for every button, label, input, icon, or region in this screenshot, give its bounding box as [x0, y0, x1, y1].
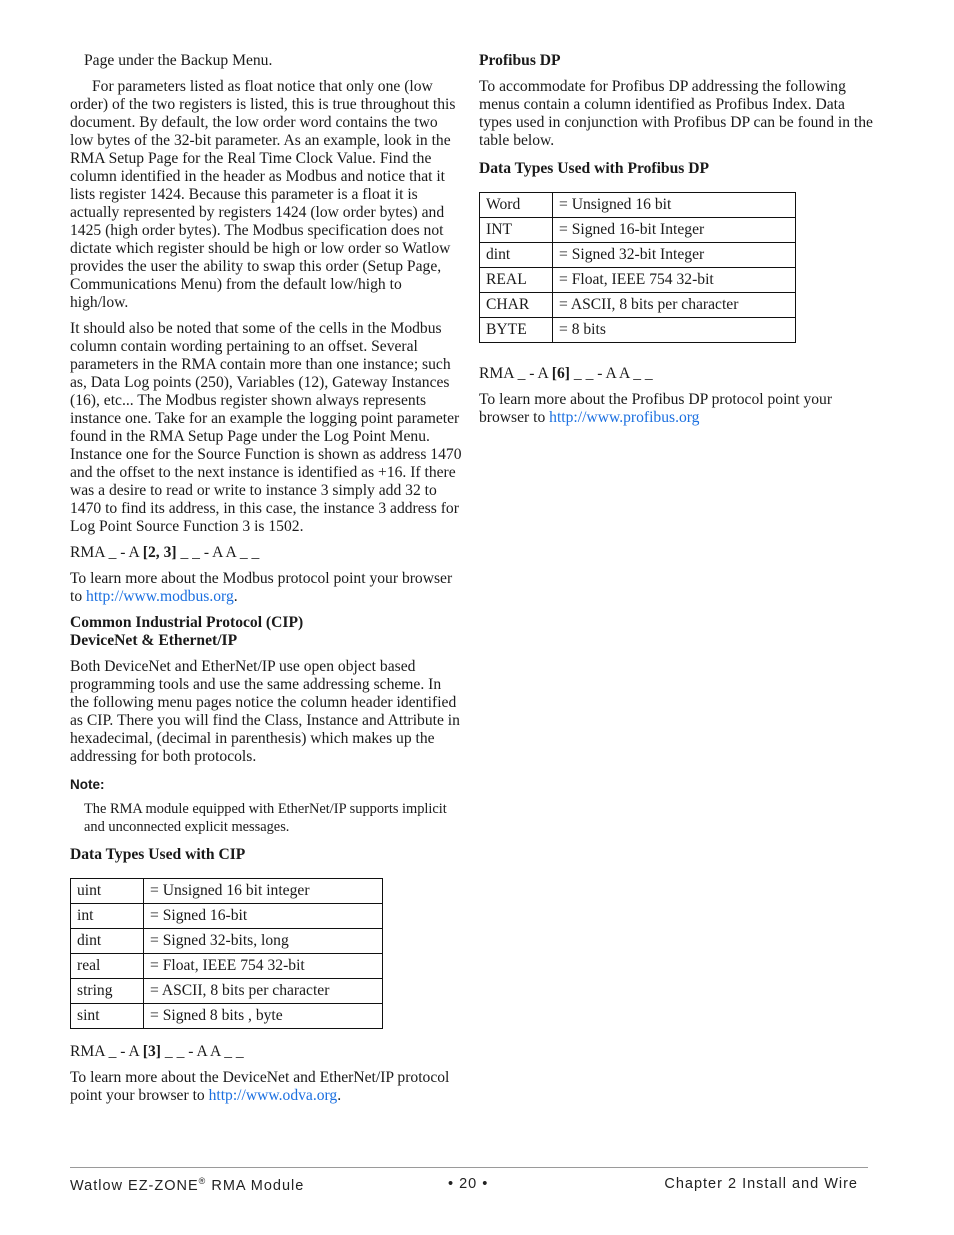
note-text: The RMA module equipped with EtherNet/IP…	[84, 801, 447, 835]
footer-divider	[70, 1167, 868, 1168]
type-cell: dint	[479, 242, 553, 268]
profibus-link[interactable]: http://www.profibus.org	[549, 409, 699, 426]
type-cell: real	[70, 953, 144, 979]
left-column: Page under the Backup Menu. For paramete…	[70, 52, 462, 1113]
type-cell: uint	[70, 878, 144, 904]
cip-heading-line1: Common Industrial Protocol (CIP)	[70, 614, 304, 631]
table-row: int = Signed 16-bit	[70, 903, 383, 929]
desc-cell: = Signed 16-bit Integer	[552, 217, 796, 243]
part-option: [2, 3]	[142, 544, 177, 561]
cip-heading: Common Industrial Protocol (CIP) DeviceN…	[70, 614, 462, 650]
type-cell: sint	[70, 1003, 144, 1029]
right-column: Profibus DP To accommodate for Profibus …	[479, 52, 874, 435]
type-cell: dint	[70, 928, 144, 954]
desc-cell: = Signed 32-bits, long	[143, 928, 383, 954]
note-label: Note:	[70, 777, 105, 792]
cip-heading-line2: DeviceNet & Ethernet/IP	[70, 632, 238, 649]
type-cell: int	[70, 903, 144, 929]
type-cell: CHAR	[479, 292, 553, 318]
table-row: dint = Signed 32-bits, long	[70, 928, 383, 954]
table-row: REAL = Float, IEEE 754 32-bit	[479, 267, 796, 293]
table-row: sint = Signed 8 bits , byte	[70, 1003, 383, 1029]
cip-part-number: RMA _ - A [3] _ _ - A A _ _	[70, 1043, 462, 1061]
profibus-learn-more: To learn more about the Profibus DP prot…	[479, 391, 874, 427]
cip-paragraph: Both DeviceNet and EtherNet/IP use open …	[70, 658, 460, 765]
table-row: string = ASCII, 8 bits per character	[70, 978, 383, 1004]
modbus-link[interactable]: http://www.modbus.org	[86, 588, 234, 605]
profibus-table-title: Data Types Used with Profibus DP	[479, 160, 710, 177]
table-row: BYTE = 8 bits	[479, 317, 796, 343]
product-name: Watlow EZ-ZONE	[70, 1177, 199, 1194]
part-suffix: _ _ - A A _ _	[160, 1043, 244, 1060]
desc-cell: = Signed 8 bits , byte	[143, 1003, 383, 1029]
desc-cell: = Signed 32-bit Integer	[552, 242, 796, 268]
part-prefix: RMA _ - A	[70, 1043, 143, 1060]
type-cell: Word	[479, 192, 553, 218]
part-prefix: RMA _ - A	[70, 544, 143, 561]
profibus-data-types-table: Word = Unsigned 16 bit INT = Signed 16-bit…	[479, 192, 796, 343]
table-row: INT = Signed 16-bit Integer	[479, 217, 796, 243]
part-suffix: _ _ - A A _ _	[569, 365, 653, 382]
part-option: [6]	[551, 365, 570, 382]
table-row: uint = Unsigned 16 bit integer	[70, 878, 383, 904]
modbus-learn-more: To learn more about the Modbus protocol …	[70, 570, 462, 606]
modbus-part-number: RMA _ - A [2, 3] _ _ - A A _ _	[70, 544, 462, 562]
table-row: dint = Signed 32-bit Integer	[479, 242, 796, 268]
learn-more-trail: .	[337, 1087, 342, 1104]
desc-cell: = Float, IEEE 754 32-bit	[143, 953, 383, 979]
odva-link[interactable]: http://www.odva.org	[209, 1087, 338, 1104]
float-paragraph: For parameters listed as float notice th…	[70, 78, 456, 311]
part-option: [3]	[142, 1043, 161, 1060]
profibus-paragraph: To accommodate for Profibus DP addressin…	[479, 78, 873, 149]
type-cell: INT	[479, 217, 553, 243]
desc-cell: = Signed 16-bit	[143, 903, 383, 929]
learn-more-trail: .	[233, 588, 238, 605]
cip-table-title: Data Types Used with CIP	[70, 846, 246, 863]
profibus-part-number: RMA _ - A [6] _ _ - A A _ _	[479, 365, 874, 383]
cip-data-types-table: uint = Unsigned 16 bit integer int = Signe…	[70, 878, 383, 1029]
profibus-heading: Profibus DP	[479, 52, 561, 69]
type-cell: string	[70, 978, 144, 1004]
type-cell: REAL	[479, 267, 553, 293]
table-row: Word = Unsigned 16 bit	[479, 192, 796, 218]
page-number: • 20 •	[448, 1176, 489, 1192]
part-suffix: _ _ - A A _ _	[176, 544, 260, 561]
desc-cell: = ASCII, 8 bits per character	[143, 978, 383, 1004]
desc-cell: = 8 bits	[552, 317, 796, 343]
offset-paragraph: It should also be noted that some of the…	[70, 320, 462, 535]
intro-continuation: Page under the Backup Menu.	[84, 52, 273, 69]
desc-cell: = Unsigned 16 bit	[552, 192, 796, 218]
desc-cell: = Unsigned 16 bit integer	[143, 878, 383, 904]
desc-cell: = Float, IEEE 754 32-bit	[552, 267, 796, 293]
table-row: real = Float, IEEE 754 32-bit	[70, 953, 383, 979]
desc-cell: = ASCII, 8 bits per character	[552, 292, 796, 318]
table-row: CHAR = ASCII, 8 bits per character	[479, 292, 796, 318]
part-prefix: RMA _ - A	[479, 365, 552, 382]
chapter-title: Chapter 2 Install and Wire	[664, 1176, 858, 1192]
type-cell: BYTE	[479, 317, 553, 343]
cip-learn-more: To learn more about the DeviceNet and Et…	[70, 1069, 462, 1105]
product-suffix: RMA Module	[206, 1177, 305, 1194]
footer-product: Watlow EZ-ZONE® RMA Module	[70, 1176, 304, 1194]
